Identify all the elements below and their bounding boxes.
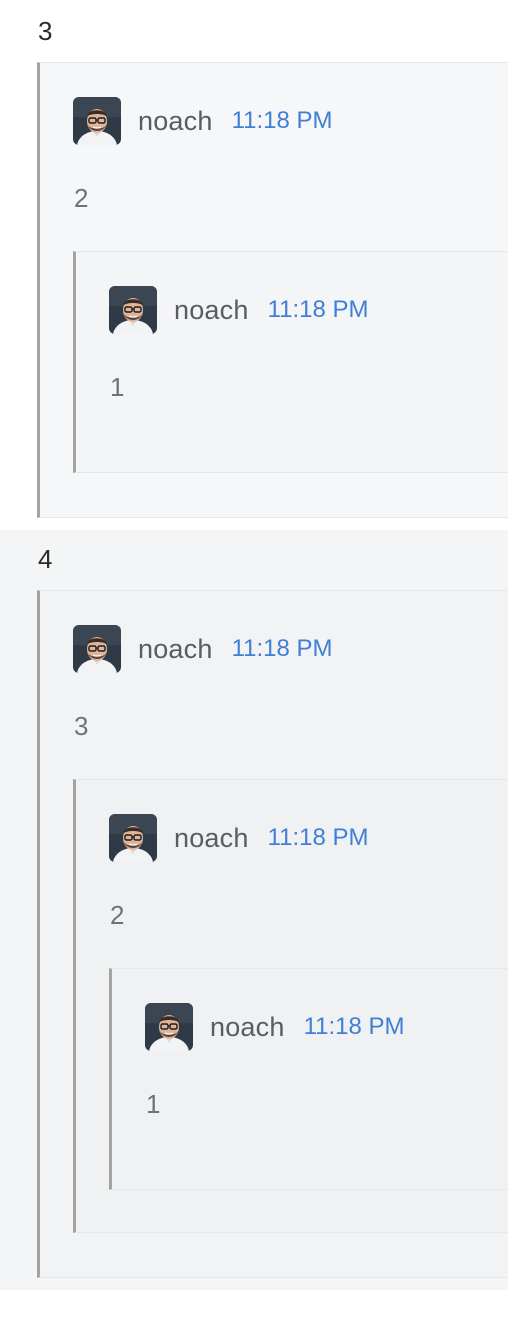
quote-text: 1 bbox=[146, 1089, 161, 1119]
user-avatar-icon bbox=[73, 97, 121, 145]
quoted-message[interactable]: noach 11:18 PM 1 bbox=[73, 251, 508, 473]
author-name[interactable]: noach bbox=[138, 106, 213, 137]
quote-text: 3 bbox=[74, 711, 89, 741]
avatar[interactable] bbox=[73, 97, 121, 145]
author-name[interactable]: noach bbox=[138, 634, 213, 665]
quote-text: 2 bbox=[110, 900, 125, 930]
quote-text: 1 bbox=[110, 372, 125, 402]
quoted-message[interactable]: noach 11:18 PM 3 noach 11:18 PM 2 noach … bbox=[37, 590, 508, 1278]
quote-text: 2 bbox=[74, 183, 89, 213]
avatar[interactable] bbox=[109, 814, 157, 862]
user-avatar-icon bbox=[73, 625, 121, 673]
message: 3 noach 11:18 PM 2 noach 11:18 PM 1 bbox=[0, 0, 508, 530]
timestamp[interactable]: 11:18 PM bbox=[268, 296, 369, 324]
timestamp[interactable]: 11:18 PM bbox=[232, 107, 333, 135]
author-name[interactable]: noach bbox=[174, 823, 249, 854]
quoted-message[interactable]: noach 11:18 PM 2 noach 11:18 PM 1 bbox=[37, 62, 508, 518]
avatar[interactable] bbox=[109, 286, 157, 334]
user-avatar-icon bbox=[145, 1003, 193, 1051]
quote-header: noach 11:18 PM bbox=[109, 286, 369, 334]
quote-header: noach 11:18 PM bbox=[73, 97, 333, 145]
quoted-message[interactable]: noach 11:18 PM 2 noach 11:18 PM 1 bbox=[73, 779, 508, 1233]
timestamp[interactable]: 11:18 PM bbox=[232, 635, 333, 663]
quote-header: noach 11:18 PM bbox=[145, 1003, 405, 1051]
author-name[interactable]: noach bbox=[210, 1012, 285, 1043]
avatar[interactable] bbox=[73, 625, 121, 673]
quoted-message[interactable]: noach 11:18 PM 1 bbox=[109, 968, 508, 1190]
author-name[interactable]: noach bbox=[174, 295, 249, 326]
quote-header: noach 11:18 PM bbox=[109, 814, 369, 862]
timestamp[interactable]: 11:18 PM bbox=[268, 824, 369, 852]
message: 4 noach 11:18 PM 3 noach 11:18 PM 2 noac… bbox=[0, 530, 508, 1290]
avatar[interactable] bbox=[145, 1003, 193, 1051]
message-body: 3 bbox=[38, 16, 53, 46]
quote-header: noach 11:18 PM bbox=[73, 625, 333, 673]
user-avatar-icon bbox=[109, 286, 157, 334]
message-body: 4 bbox=[38, 544, 53, 574]
user-avatar-icon bbox=[109, 814, 157, 862]
timestamp[interactable]: 11:18 PM bbox=[304, 1013, 405, 1041]
